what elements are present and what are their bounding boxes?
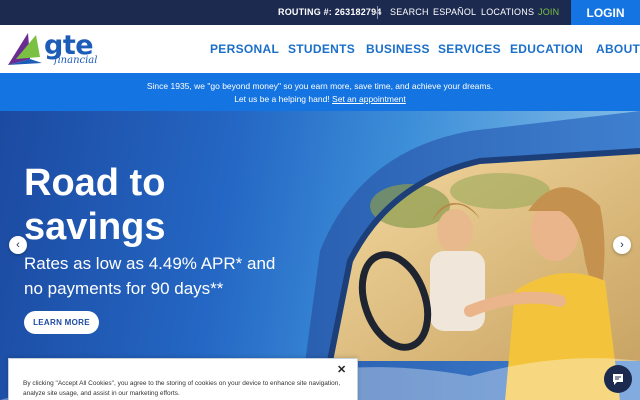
logo-mark-icon xyxy=(8,33,42,65)
hero-subtitle-line2: no payments for 90 days** xyxy=(24,279,224,298)
announcement-line2: Let us be a helping hand! Set an appoint… xyxy=(0,94,640,104)
hero-subtitle: Rates as low as 4.49% APR* and no paymen… xyxy=(24,251,275,301)
hero-title-line1: Road to xyxy=(24,162,166,204)
nav-education[interactable]: EDUCATION xyxy=(510,42,583,56)
announcement-prefix: Let us be a helping hand! xyxy=(234,94,330,104)
close-icon[interactable]: ✕ xyxy=(337,363,346,376)
announcement-bar: Since 1935, we "go beyond money" so you … xyxy=(0,73,640,111)
nav-students[interactable]: STUDENTS xyxy=(288,42,355,56)
cookie-banner: ✕ By clicking "Accept All Cookies", you … xyxy=(8,358,358,400)
chat-button[interactable] xyxy=(604,365,632,393)
logo-subtitle: financial xyxy=(54,55,98,66)
set-appointment-link[interactable]: Set an appointment xyxy=(332,94,406,104)
utility-bar: ROUTING #: 263182794 SEARCH ESPAÑOL LOCA… xyxy=(0,0,640,25)
login-button[interactable]: LOGIN xyxy=(571,0,640,25)
espanol-link[interactable]: ESPAÑOL xyxy=(433,7,476,17)
join-link[interactable]: JOIN xyxy=(538,7,559,17)
nav-personal[interactable]: PERSONAL xyxy=(210,42,279,56)
hero-banner: Road to savings Rates as low as 4.49% AP… xyxy=(0,111,640,400)
cookie-consent-text: By clicking "Accept All Cookies", you ag… xyxy=(23,380,341,397)
carousel-next-icon[interactable]: › xyxy=(613,236,631,254)
hero-subtitle-line1: Rates as low as 4.49% APR* and xyxy=(24,254,276,273)
routing-number: ROUTING #: 263182794 xyxy=(278,7,382,17)
learn-more-button[interactable]: LEARN MORE xyxy=(24,311,99,334)
gte-financial-logo[interactable]: gte financial xyxy=(6,29,106,71)
main-nav: gte financial PERSONAL STUDENTS BUSINESS… xyxy=(0,25,640,73)
locations-link[interactable]: LOCATIONS xyxy=(481,7,534,17)
utility-divider xyxy=(377,6,378,19)
nav-services[interactable]: SERVICES xyxy=(438,42,501,56)
chat-icon xyxy=(613,374,623,385)
hero-title-line2: savings xyxy=(24,206,166,248)
nav-business[interactable]: BUSINESS xyxy=(366,42,430,56)
search-link[interactable]: SEARCH xyxy=(390,7,429,17)
hero-title: Road to savings xyxy=(24,161,166,249)
carousel-prev-icon[interactable]: ‹ xyxy=(9,236,27,254)
announcement-text: Since 1935, we "go beyond money" so you … xyxy=(146,81,494,91)
nav-about[interactable]: ABOUT xyxy=(596,42,640,56)
